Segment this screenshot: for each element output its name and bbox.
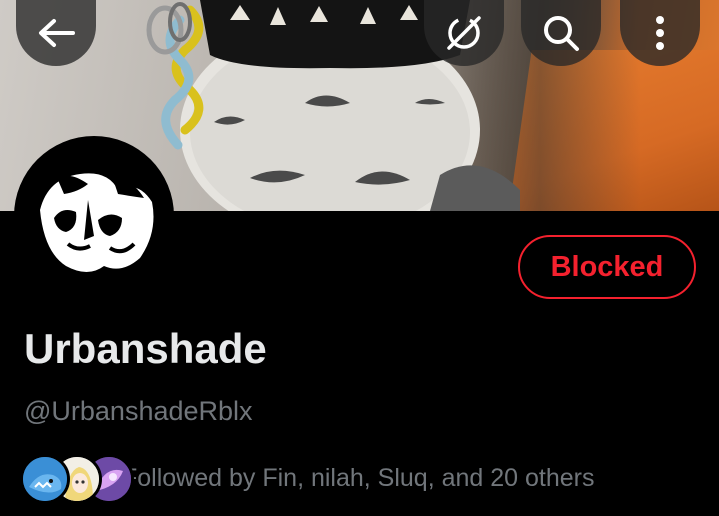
profile-handle: @UrbanshadeRblx — [24, 396, 253, 426]
blocked-button[interactable]: Blocked — [518, 235, 696, 299]
followed-by-text: Followed by Fin, nilah, Sluq, and 20 oth… — [122, 464, 595, 492]
arrow-left-icon — [39, 19, 75, 47]
follower-avatar — [20, 454, 70, 504]
grok-icon — [447, 16, 481, 50]
profile-avatar[interactable] — [18, 140, 170, 292]
followers-you-know[interactable]: Followed by Fin, nilah, Sluq, and 20 oth… — [18, 452, 718, 508]
search-icon — [544, 16, 579, 51]
display-name: Urbanshade — [24, 325, 267, 372]
blocked-button-label: Blocked — [550, 250, 664, 283]
more-vertical-icon — [656, 16, 664, 50]
avatar-image — [18, 140, 170, 292]
